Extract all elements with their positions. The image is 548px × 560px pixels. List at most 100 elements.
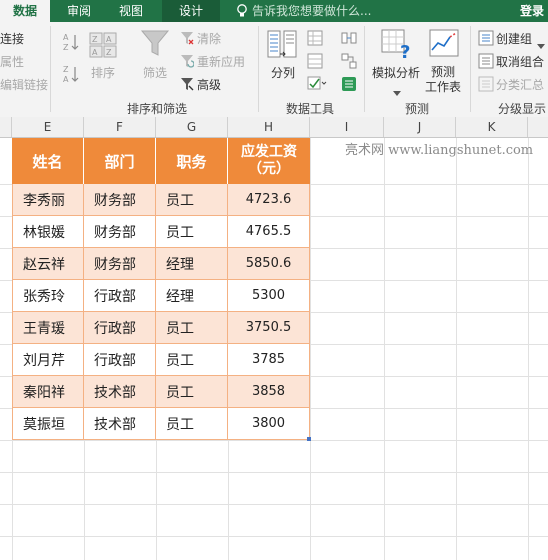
table-cell-salary[interactable]: 4765.5 xyxy=(228,216,310,248)
sort-dialog-icon[interactable]: ZAAZ xyxy=(88,30,118,64)
text-to-columns-button[interactable]: 分列 xyxy=(271,64,295,81)
group-icon[interactable] xyxy=(478,30,494,50)
ribbon-tab-bar: 数据 审阅 视图 设计 告诉我您想要做什么... 登录 xyxy=(0,0,548,22)
ungroup-icon[interactable] xyxy=(478,53,494,73)
login-link[interactable]: 登录 xyxy=(520,0,544,22)
connections-button[interactable]: 连接 xyxy=(0,30,24,47)
data-model-icon[interactable] xyxy=(341,76,357,96)
relationships-icon[interactable] xyxy=(341,53,357,73)
table-cell-department[interactable]: 财务部 xyxy=(84,248,156,280)
table-cell-position[interactable]: 员工 xyxy=(156,312,228,344)
tab-data[interactable]: 数据 xyxy=(0,0,50,22)
ungroup-button[interactable]: 取消组合 xyxy=(496,53,544,70)
table-header-name[interactable]: 姓名 xyxy=(12,138,84,184)
table-cell-name[interactable]: 张秀玲 xyxy=(12,280,84,312)
reapply-icon[interactable] xyxy=(180,53,195,72)
svg-text:A: A xyxy=(92,48,98,57)
table-cell-department[interactable]: 技术部 xyxy=(84,376,156,408)
table-cell-salary[interactable]: 3750.5 xyxy=(228,312,310,344)
svg-text:Z: Z xyxy=(63,43,69,52)
advanced-filter-icon[interactable] xyxy=(180,76,194,95)
table-cell-department[interactable]: 行政部 xyxy=(84,312,156,344)
advanced-button[interactable]: 高级 xyxy=(197,76,221,93)
forecast-sheet-icon[interactable] xyxy=(428,28,460,64)
table-cell-position[interactable]: 员工 xyxy=(156,184,228,216)
dropdown-arrow-icon[interactable] xyxy=(393,82,401,101)
table-cell-name[interactable]: 刘月芹 xyxy=(12,344,84,376)
column-header-f[interactable]: F xyxy=(84,117,156,137)
sort-filter-group-label: 排序和筛选 xyxy=(127,102,188,116)
clear-button[interactable]: 清除 xyxy=(197,30,221,47)
column-header-j[interactable]: J xyxy=(384,117,456,137)
column-header-e[interactable]: E xyxy=(12,117,84,137)
table-cell-name[interactable]: 莫振垣 xyxy=(12,408,84,440)
table-cell-salary[interactable]: 5850.6 xyxy=(228,248,310,280)
worksheet-grid[interactable]: 姓名 部门 职务 应发工资（元） 李秀丽 财务部 员工 4723.6 林银媛 财务部 员工 4765.… xyxy=(0,138,548,560)
svg-text:A: A xyxy=(106,35,112,44)
table-resize-handle[interactable] xyxy=(307,437,311,441)
table-cell-department[interactable]: 行政部 xyxy=(84,280,156,312)
table-cell-name[interactable]: 秦阳祥 xyxy=(12,376,84,408)
tab-design[interactable]: 设计 xyxy=(162,0,220,22)
lightbulb-icon xyxy=(236,3,248,23)
table-cell-salary[interactable]: 3800 xyxy=(228,408,310,440)
column-header-g[interactable]: G xyxy=(156,117,228,137)
what-if-analysis-button[interactable]: 模拟分析 xyxy=(372,64,420,81)
edit-links-button[interactable]: 编辑链接 xyxy=(0,76,48,93)
table-cell-name[interactable]: 林银媛 xyxy=(12,216,84,248)
table-cell-department[interactable]: 技术部 xyxy=(84,408,156,440)
clear-filter-icon[interactable] xyxy=(180,30,194,49)
tell-me-search[interactable]: 告诉我您想要做什么... xyxy=(252,0,371,22)
grid-line-horizontal xyxy=(0,472,548,473)
filter-button[interactable]: 筛选 xyxy=(143,64,167,81)
grid-line-vertical xyxy=(310,138,311,560)
table-cell-position[interactable]: 员工 xyxy=(156,376,228,408)
dropdown-arrow-icon[interactable] xyxy=(537,35,545,54)
table-header-department[interactable]: 部门 xyxy=(84,138,156,184)
table-header-position[interactable]: 职务 xyxy=(156,138,228,184)
column-header-h[interactable]: H xyxy=(228,117,310,137)
properties-button[interactable]: 属性 xyxy=(0,53,24,70)
text-to-columns-icon[interactable] xyxy=(266,29,298,65)
table-header-salary[interactable]: 应发工资（元） xyxy=(228,138,310,184)
table-cell-name[interactable]: 赵云祥 xyxy=(12,248,84,280)
filter-funnel-icon[interactable] xyxy=(140,28,170,62)
table-cell-salary[interactable]: 3858 xyxy=(228,376,310,408)
table-cell-salary[interactable]: 5300 xyxy=(228,280,310,312)
group-separator xyxy=(50,26,51,112)
tab-view[interactable]: 视图 xyxy=(108,0,154,22)
consolidate-icon[interactable] xyxy=(341,30,357,50)
select-all-corner[interactable] xyxy=(0,117,12,137)
table-cell-name[interactable]: 王青瑗 xyxy=(12,312,84,344)
table-cell-position[interactable]: 经理 xyxy=(156,280,228,312)
sort-ascending-icon[interactable]: AZ xyxy=(62,32,80,56)
column-header-i[interactable]: I xyxy=(310,117,384,137)
table-cell-position[interactable]: 员工 xyxy=(156,344,228,376)
what-if-analysis-icon[interactable]: ? xyxy=(380,28,414,64)
column-header-partial[interactable] xyxy=(528,117,548,137)
svg-text:A: A xyxy=(63,75,69,84)
table-cell-position[interactable]: 员工 xyxy=(156,408,228,440)
outline-group-label: 分级显示 xyxy=(498,102,547,116)
table-cell-name[interactable]: 李秀丽 xyxy=(12,184,84,216)
subtotal-icon[interactable] xyxy=(478,76,494,96)
reapply-button[interactable]: 重新应用 xyxy=(197,53,245,70)
group-button[interactable]: 创建组 xyxy=(496,30,532,47)
table-cell-position[interactable]: 经理 xyxy=(156,248,228,280)
subtotal-button[interactable]: 分类汇总 xyxy=(496,76,544,93)
table-cell-department[interactable]: 财务部 xyxy=(84,184,156,216)
forecast-sheet-line2[interactable]: 工作表 xyxy=(425,78,461,95)
table-cell-salary[interactable]: 4723.6 xyxy=(228,184,310,216)
data-validation-icon[interactable] xyxy=(307,76,327,96)
flash-fill-icon[interactable] xyxy=(307,30,323,50)
sort-button[interactable]: 排序 xyxy=(91,64,115,81)
table-cell-department[interactable]: 行政部 xyxy=(84,344,156,376)
tab-review[interactable]: 审阅 xyxy=(56,0,102,22)
sort-descending-icon[interactable]: ZA xyxy=(62,64,80,88)
ribbon: 连接 属性 编辑链接 AZ ZA ZAAZ 排序 筛选 清除 重新应用 高级 排… xyxy=(0,22,548,118)
table-cell-salary[interactable]: 3785 xyxy=(228,344,310,376)
column-header-k[interactable]: K xyxy=(456,117,528,137)
remove-duplicates-icon[interactable] xyxy=(307,53,323,73)
table-cell-position[interactable]: 员工 xyxy=(156,216,228,248)
table-cell-department[interactable]: 财务部 xyxy=(84,216,156,248)
